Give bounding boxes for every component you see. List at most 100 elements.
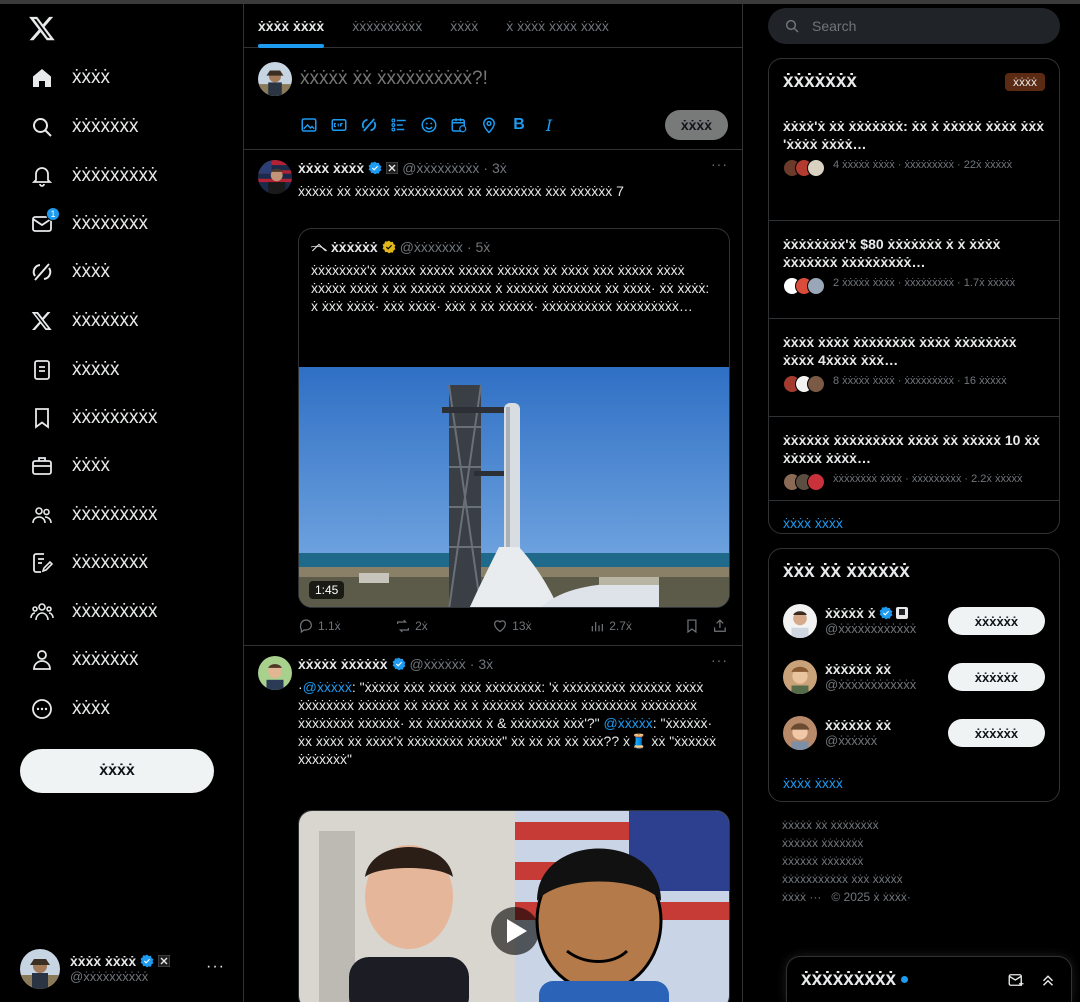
video-player[interactable]: 1:45 [299, 367, 729, 607]
views-button[interactable]: 2.7ẋ [589, 618, 684, 634]
spacex-logo-icon [311, 243, 327, 252]
video-player[interactable] [298, 810, 730, 1002]
schedule-icon[interactable] [450, 116, 468, 134]
tweet-time[interactable]: · 3ẋ [483, 160, 506, 176]
compose-input[interactable] [300, 68, 720, 90]
new-message-icon[interactable] [1007, 971, 1025, 989]
home-icon [33, 69, 51, 87]
nav-item-home[interactable]: ẋẋẋẋ [18, 56, 233, 100]
image-icon[interactable] [300, 116, 318, 134]
follow-button[interactable]: ẋẋẋẋẋẋ [947, 719, 1045, 747]
footer-link[interactable]: ẋẋẋẋẋ ẋẋ ẋẋẋẋẋẋẋẋ [782, 816, 1046, 834]
nav-item-label: ẋẋẋẋẋ [72, 359, 120, 380]
avatar [258, 62, 292, 96]
nav-item-label: ẋẋẋẋẋẋẋẋẋ [72, 407, 158, 428]
x-logo-icon [31, 312, 52, 330]
poll-icon[interactable] [390, 116, 408, 134]
bold-icon[interactable]: B [510, 116, 528, 134]
share-icon[interactable] [712, 618, 728, 634]
footer-links: ẋẋẋẋẋ ẋẋ ẋẋẋẋẋẋẋẋ ẋẋẋẋẋẋ ẋẋẋẋẋẋẋ ẋẋẋẋẋẋ … [768, 816, 1060, 906]
post-button[interactable]: ẋẋẋẋ [20, 749, 214, 793]
affiliate-badge-icon [158, 955, 171, 967]
avatar [783, 716, 817, 750]
news-item[interactable]: ẋẋẋẋẋẋ ẋẋẋẋẋẋẋẋẋ ẋẋẋẋ ẋẋ ẋẋẋẋẋ 10 ẋẋ ẋẋẋ… [769, 417, 1059, 501]
timeline-tabs: ẋẋẋẋ ẋẋẋẋ ẋẋẋẋẋẋẋẋẋẋ ẋẋẋẋ ẋ ẋẋẋẋ ẋẋẋẋ ẋẋ… [244, 4, 742, 48]
tweet-author-handle[interactable]: @ẋẋẋẋẋẋ [410, 656, 466, 672]
nav-item-communities[interactable]: ẋẋẋẋẋẋẋẋẋ [18, 493, 233, 537]
tab-following[interactable]: ẋẋẋẋẋẋẋẋẋẋ [338, 4, 436, 48]
footer-link[interactable]: ẋẋẋẋẋẋ ẋẋẋẋẋẋẋ [782, 852, 1046, 870]
tab-for-you[interactable]: ẋẋẋẋ ẋẋẋẋ [244, 4, 338, 48]
tweet-time[interactable]: · 3ẋ [470, 656, 493, 672]
tab-list[interactable]: ẋẋẋẋ [436, 4, 492, 48]
search-icon [33, 118, 52, 137]
tweet-author-handle[interactable]: @ẋẋẋẋẋẋẋẋẋ [402, 160, 479, 176]
x-logo-icon[interactable] [28, 14, 56, 42]
tab-more-lists[interactable]: ẋ ẋẋẋẋ ẋẋẋẋ ẋẋẋẋ [492, 4, 623, 48]
chevron-double-up-icon[interactable] [1039, 971, 1057, 989]
nav-item-articles[interactable]: ẋẋẋẋẋẋẋẋ [18, 541, 233, 585]
follow-button[interactable]: ẋẋẋẋẋẋ [947, 607, 1045, 635]
more-dots-icon[interactable]: ··· [711, 156, 728, 172]
nav-item-notifications[interactable]: ẋẋẋẋẋẋẋẋẋ [18, 154, 233, 198]
search-bar[interactable] [768, 8, 1060, 44]
repost-button[interactable]: 2ẋ [395, 618, 492, 634]
messages-drawer[interactable]: ẋẋẋẋẋẋẋẋẋ [786, 956, 1072, 1002]
nav-item-grok[interactable]: ẋẋẋẋ [18, 250, 233, 294]
tweet-author-name[interactable]: ẋẋẋẋẋ ẋẋẋẋẋẋ [298, 656, 388, 672]
location-icon[interactable] [480, 116, 498, 134]
nav-item-jobs[interactable]: ẋẋẋẋ [18, 444, 233, 488]
nav-item-label: ẋẋẋẋẋẋẋẋẋ [72, 601, 158, 622]
news-item[interactable]: ẋẋẋẋẋẋẋẋ'ẋ $80 ẋẋẋẋẋẋẋ ẋ ẋ ẋẋẋẋ ẋẋẋẋẋẋẋ … [769, 221, 1059, 319]
composer-post-button[interactable]: ẋẋẋẋ [664, 110, 728, 140]
follow-button[interactable]: ẋẋẋẋẋẋ [947, 663, 1045, 691]
footer-link[interactable]: ẋẋẋẋẋẋ ẋẋẋẋẋẋẋ [782, 834, 1046, 852]
mention-link[interactable]: @ẋẋẋẋẋ [604, 715, 653, 731]
gif-icon[interactable] [330, 116, 348, 134]
nav-item-explore[interactable]: ẋẋẋẋẋẋẋ [18, 105, 233, 149]
footer-link[interactable]: ẋẋẋẋẋẋẋẋẋẋẋ ẋẋẋ ẋẋẋẋẋ [782, 870, 1046, 888]
tweet-actions: 1.1ẋ 2ẋ 13ẋ 2.7ẋ [298, 616, 728, 636]
nav-item-more[interactable]: ẋẋẋẋ [18, 687, 233, 731]
quoted-time: · 5ẋ [466, 239, 491, 255]
follow-suggestion[interactable]: ẋẋẋẋẋẋ ẋẋ @ẋẋẋẋẋẋ ẋẋẋẋẋẋ [769, 705, 1059, 761]
tweet-author-name[interactable]: ẋẋẋẋ ẋẋẋẋ [298, 160, 364, 176]
tweet[interactable]: ẋẋẋẋẋ ẋẋẋẋẋẋ @ẋẋẋẋẋẋ · 3ẋ ··· ·@ẋẋẋẋẋ: "… [244, 646, 742, 1002]
tweet[interactable]: ẋẋẋẋ ẋẋẋẋ @ẋẋẋẋẋẋẋẋẋ · 3ẋ ··· ẋẋẋẋẋ ẋẋ ẋ… [244, 150, 742, 646]
more-dots-icon[interactable]: ··· [206, 958, 225, 976]
account-switcher[interactable]: ẋẋẋẋ ẋẋẋẋ @ẋẋẋẋẋẋẋẋẋẋ ··· [20, 944, 235, 994]
nav-item-label: ẋẋẋẋ [72, 67, 110, 88]
quoted-tweet[interactable]: ẋẋẋẋẋẋ @ẋẋẋẋẋẋẋ · 5ẋ ẋẋẋẋẋẋẋẋ'ẋ ẋẋẋẋẋ ẋẋ… [298, 228, 730, 608]
nav-item-messages[interactable]: 1 ẋẋẋẋẋẋẋẋ [18, 202, 233, 246]
reply-button[interactable]: 1.1ẋ [298, 618, 395, 634]
reply-icon [299, 619, 312, 634]
nav-item-bookmarks[interactable]: ẋẋẋẋẋẋẋẋẋ [18, 396, 233, 440]
footer-more-link[interactable]: ẋẋẋẋ ··· [782, 890, 821, 904]
bookmark-icon[interactable] [684, 618, 700, 634]
news-meta: ẋẋẋẋẋẋẋẋ ẋẋẋẋ · ẋẋẋẋẋẋẋẋẋ · 2.2ẋ ẋẋẋẋẋ [833, 473, 1023, 485]
news-item[interactable]: ẋẋẋẋ'ẋ ẋẋ ẋẋẋẋẋẋẋ: ẋẋ ẋ ẋẋẋẋẋ ẋẋẋẋ ẋẋẋ '… [769, 93, 1059, 221]
follow-suggestion[interactable]: ẋẋẋẋẋẋ ẋẋ @ẋẋẋẋẋẋẋẋẋẋẋẋ ẋẋẋẋẋẋ [769, 649, 1059, 705]
nav-item-organizations[interactable]: ẋẋẋẋẋẋẋẋẋ [18, 590, 233, 634]
like-button[interactable]: 13ẋ [492, 618, 589, 634]
avatar [783, 604, 817, 638]
avatar [258, 160, 292, 194]
nav-item-lists[interactable]: ẋẋẋẋẋ [18, 348, 233, 392]
mention-link[interactable]: @ẋẋẋẋẋ [303, 679, 352, 695]
nav-item-profile[interactable]: ẋẋẋẋẋẋẋ [18, 638, 233, 682]
nav-item-premium[interactable]: ẋẋẋẋẋẋẋ [18, 299, 233, 343]
nav-item-label: ẋẋẋẋ [72, 455, 110, 476]
news-item[interactable]: ẋẋẋẋ ẋẋẋẋ ẋẋẋẋẋẋẋẋ ẋẋẋẋ ẋẋẋẋẋẋẋẋ ẋẋẋẋ 4ẋ… [769, 319, 1059, 417]
emoji-icon[interactable] [420, 116, 438, 134]
show-more-link[interactable]: ẋẋẋẋ ẋẋẋẋ [769, 761, 1059, 805]
grok-icon[interactable] [360, 116, 378, 134]
show-more-link[interactable]: ẋẋẋẋ ẋẋẋẋ [769, 501, 1059, 545]
italic-icon[interactable]: I [540, 116, 558, 135]
suggestion-name: ẋẋẋẋẋ ẋ [825, 605, 876, 621]
more-dots-icon[interactable]: ··· [711, 652, 728, 668]
search-input[interactable] [812, 18, 1032, 34]
follow-suggestion[interactable]: ẋẋẋẋẋ ẋ @ẋẋẋẋẋẋẋẋẋẋẋẋ ẋẋẋẋẋẋ [769, 593, 1059, 649]
news-meta: 4 ẋẋẋẋẋ ẋẋẋẋ · ẋẋẋẋẋẋẋẋẋ · 22ẋ ẋẋẋẋẋ [833, 159, 1013, 171]
avatar-stack [783, 159, 825, 177]
quoted-text: ẋẋẋẋẋẋẋẋ'ẋ ẋẋẋẋẋ ẋẋẋẋẋ ẋẋẋẋẋ ẋẋẋẋẋẋ ẋẋ ẋ… [311, 262, 710, 314]
